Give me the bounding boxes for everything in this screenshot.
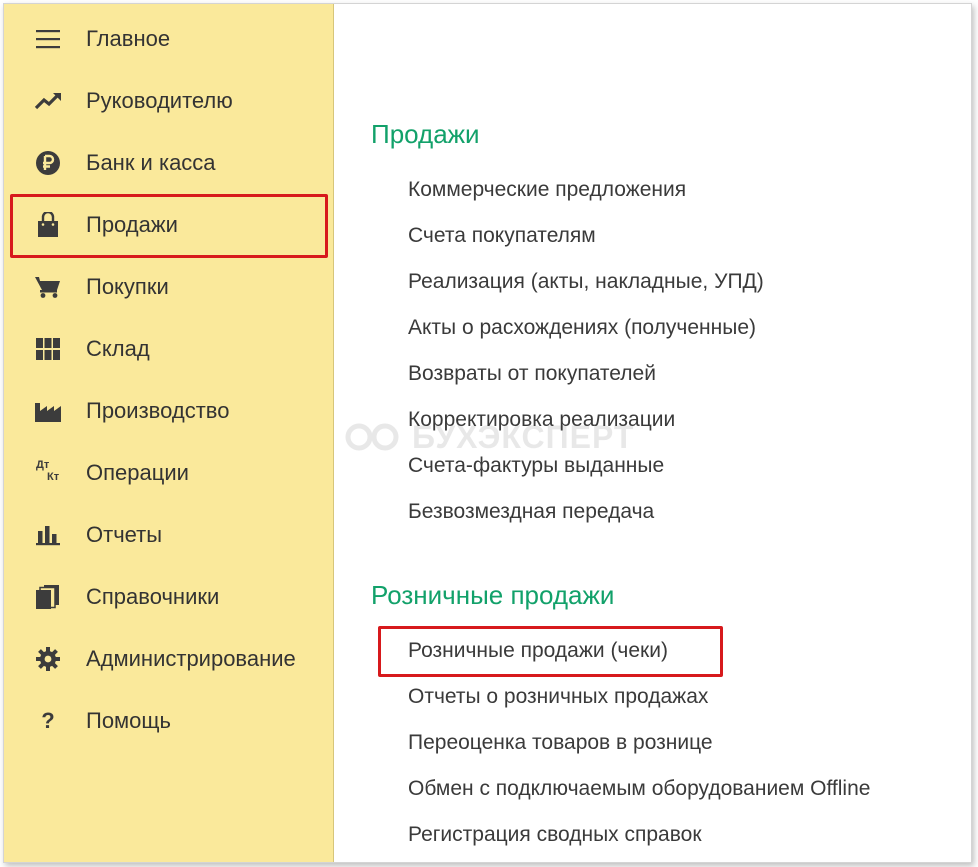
sidebar-item-administration[interactable]: Администрирование bbox=[4, 628, 333, 690]
link-free-transfer[interactable]: Безвозмездная передача bbox=[408, 498, 654, 526]
sidebar-item-warehouse[interactable]: Склад bbox=[4, 318, 333, 380]
sidebar-item-label: Руководителю bbox=[86, 88, 233, 113]
section-title-retail: Розничные продажи bbox=[371, 580, 615, 610]
trend-chart-icon bbox=[33, 87, 63, 115]
link-offline-equipment-exchange[interactable]: Обмен с подключаемым оборудованием Offli… bbox=[408, 775, 870, 803]
link-customer-returns[interactable]: Возвраты от покупателей bbox=[408, 360, 656, 388]
sidebar-item-help[interactable]: ? Помощь bbox=[4, 690, 333, 752]
link-summary-certificates[interactable]: Регистрация сводных справок bbox=[408, 821, 702, 849]
bar-chart-icon bbox=[33, 521, 63, 549]
sales-highlight-frame bbox=[10, 194, 328, 258]
warehouse-grid-icon bbox=[33, 335, 63, 363]
ruble-coin-icon bbox=[33, 149, 63, 177]
dt-kt-icon: Дт Кт bbox=[33, 459, 63, 487]
sidebar-item-reports[interactable]: Отчеты bbox=[4, 504, 333, 566]
link-retail-sales-reports[interactable]: Отчеты о розничных продажах bbox=[408, 683, 708, 711]
app-window: Главное Руководителю Банк и касса Продаж… bbox=[3, 3, 972, 863]
sidebar-item-production[interactable]: Производство bbox=[4, 380, 333, 442]
gear-icon bbox=[33, 645, 63, 673]
watermark-logo-icon bbox=[345, 423, 399, 451]
main-content: БУХЭКСПЕРТ Продажи Коммерческие предложе… bbox=[334, 4, 971, 862]
link-customer-invoices[interactable]: Счета покупателям bbox=[408, 222, 596, 250]
sidebar-item-main[interactable]: Главное bbox=[4, 8, 333, 70]
help-icon: ? bbox=[41, 708, 55, 733]
sidebar-item-manager[interactable]: Руководителю bbox=[4, 70, 333, 132]
link-retail-revaluation[interactable]: Переоценка товаров в рознице bbox=[408, 729, 713, 757]
link-issued-tax-invoices[interactable]: Счета-фактуры выданные bbox=[408, 452, 664, 480]
sidebar-item-directories[interactable]: Справочники bbox=[4, 566, 333, 628]
kt-label: Кт bbox=[47, 471, 60, 483]
retail-receipts-highlight-frame bbox=[378, 626, 723, 677]
factory-icon bbox=[33, 397, 63, 425]
dt-label: Дт bbox=[36, 459, 50, 471]
sidebar-item-label: Банк и касса bbox=[86, 150, 216, 175]
link-discrepancy-acts[interactable]: Акты о расхождениях (полученные) bbox=[408, 314, 756, 342]
link-sales-documents[interactable]: Реализация (акты, накладные, УПД) bbox=[408, 268, 764, 296]
link-commercial-offers[interactable]: Коммерческие предложения bbox=[408, 176, 686, 204]
shopping-cart-icon bbox=[33, 273, 63, 301]
sidebar-item-operations[interactable]: Дт Кт Операции bbox=[4, 442, 333, 504]
sidebar-item-label: Справочники bbox=[86, 584, 220, 609]
sidebar-item-label: Помощь bbox=[86, 708, 171, 733]
sidebar-item-label: Отчеты bbox=[86, 522, 163, 547]
sidebar-item-label: Операции bbox=[86, 460, 189, 485]
menu-icon bbox=[33, 25, 63, 53]
sidebar-item-label: Производство bbox=[86, 398, 230, 423]
sidebar-item-label: Склад bbox=[86, 336, 150, 361]
books-icon bbox=[33, 583, 63, 611]
link-sales-adjustment[interactable]: Корректировка реализации bbox=[408, 406, 675, 434]
sidebar-item-label: Покупки bbox=[86, 274, 169, 299]
sidebar-item-label: Главное bbox=[86, 26, 171, 51]
sidebar-item-purchases[interactable]: Покупки bbox=[4, 256, 333, 318]
section-title-sales: Продажи bbox=[371, 119, 480, 149]
sidebar-item-bank[interactable]: Банк и касса bbox=[4, 132, 333, 194]
sidebar-item-label: Администрирование bbox=[86, 646, 296, 671]
sidebar: Главное Руководителю Банк и касса Продаж… bbox=[4, 4, 334, 862]
